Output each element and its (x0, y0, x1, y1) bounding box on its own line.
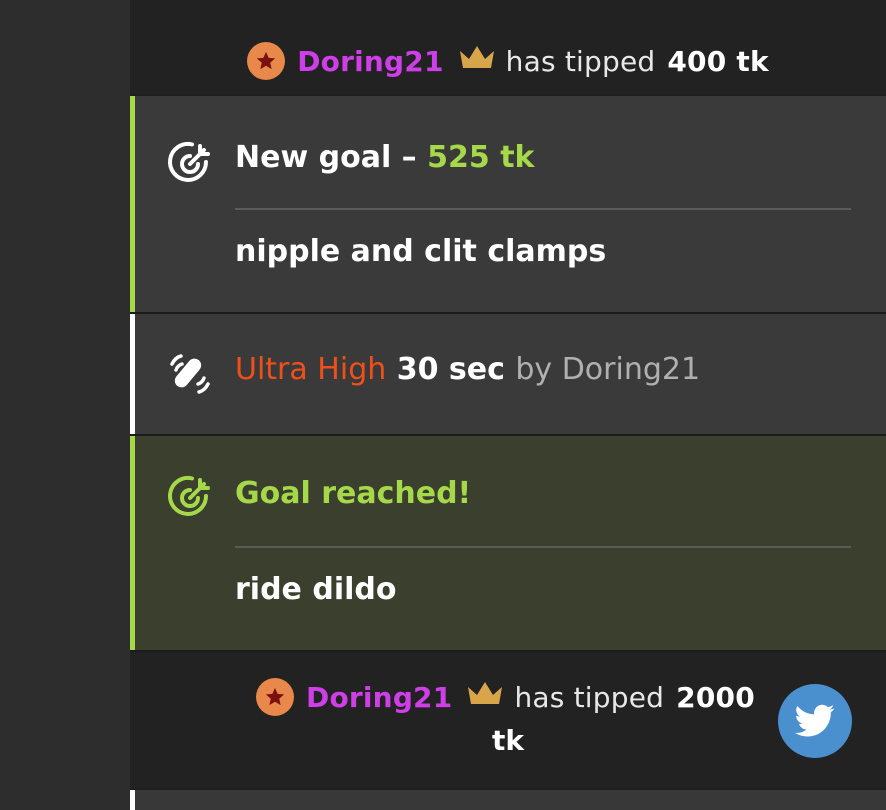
goal-amount: 525 tk (427, 140, 535, 175)
vibe-accent-bar (130, 314, 135, 434)
star-icon (256, 678, 294, 716)
twitter-icon (795, 704, 835, 737)
divider (235, 546, 851, 548)
twitter-share-button[interactable] (778, 684, 852, 758)
tip-amount: 2000 (676, 680, 755, 714)
target-icon (166, 140, 214, 192)
goal-reached-description: ride dildo (235, 572, 397, 607)
goal-reached-accent-bar (130, 436, 135, 650)
vibe-by: by Doring21 (515, 352, 701, 387)
next-message (130, 790, 886, 810)
goal-reached-title: Goal reached! (235, 476, 472, 511)
tip-text: has tipped (514, 680, 665, 714)
tip-text: has tipped (505, 44, 656, 78)
vibe-level: Ultra High (235, 352, 387, 387)
crown-icon (458, 45, 496, 78)
tip-message: Doring21 has tipped 400 tk (130, 0, 886, 94)
divider (235, 208, 851, 210)
tipper-username[interactable]: Doring21 (306, 681, 452, 714)
target-icon (166, 474, 214, 526)
goal-accent-bar (130, 96, 135, 312)
new-goal-card: New goal – 525 tk nipple and clit clamps (130, 96, 886, 314)
goal-description: nipple and clit clamps (235, 234, 607, 269)
vibration-icon (166, 350, 214, 402)
crown-icon (466, 681, 504, 714)
tip-amount: 400 tk (667, 44, 769, 78)
goal-title-prefix: New goal – (235, 140, 417, 175)
tip-message: Doring21 has tipped 2000 tk (130, 652, 886, 788)
vibe-duration: 30 sec (396, 352, 505, 387)
left-rail (0, 0, 130, 810)
goal-reached-card: Goal reached! ride dildo (130, 436, 886, 652)
tipper-username[interactable]: Doring21 (297, 45, 443, 78)
star-icon (247, 42, 286, 80)
vibration-card: Ultra High 30 sec by Doring21 (130, 314, 886, 436)
chat-feed[interactable]: Doring21 has tipped 400 tk New goal – 52… (130, 0, 886, 810)
tip-amount-unit: tk (492, 724, 525, 757)
